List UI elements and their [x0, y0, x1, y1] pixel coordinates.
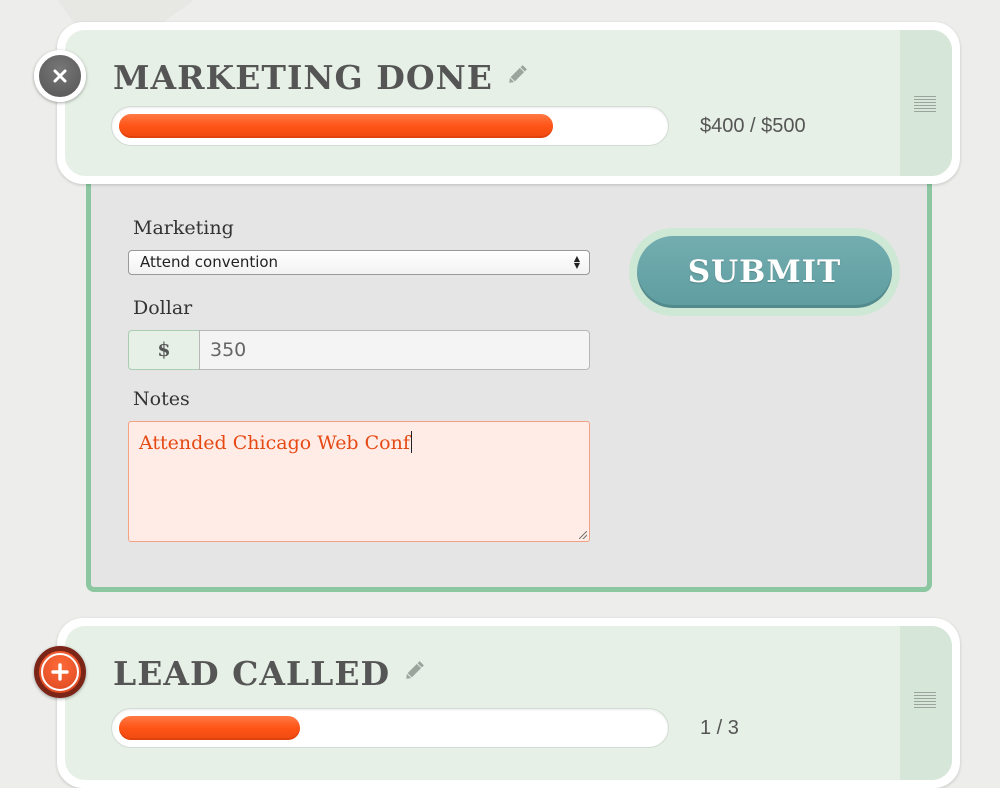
goal-title-row: LEAD CALLED	[113, 654, 426, 694]
drag-handle[interactable]	[900, 626, 952, 780]
goal-card-body: LEAD CALLED 1 / 3	[65, 626, 952, 780]
drag-handle-icon	[914, 96, 936, 112]
goal-title: LEAD CALLED	[113, 654, 391, 693]
resize-grip-icon[interactable]	[579, 531, 587, 539]
submit-button-wrap: SUBMIT	[629, 228, 900, 316]
category-select[interactable]: Attend convention ▲ ▼	[128, 250, 590, 275]
text-caret	[410, 431, 412, 453]
button-ring	[41, 653, 79, 691]
progress-fill	[119, 114, 553, 138]
category-select-value: Attend convention	[140, 253, 279, 271]
dollar-input[interactable]: 350	[199, 330, 590, 370]
select-arrows-icon: ▲ ▼	[573, 254, 580, 270]
goal-card-lead: LEAD CALLED 1 / 3	[57, 618, 960, 788]
goal-entry-form: Marketing Attend convention ▲ ▼ Dollar $ …	[86, 182, 932, 592]
progress-bar	[111, 708, 669, 748]
pencil-icon[interactable]	[505, 56, 529, 96]
pencil-icon[interactable]	[402, 652, 426, 692]
collapse-button[interactable]	[34, 50, 86, 102]
dollar-prefix: $	[128, 330, 199, 370]
progress-bar	[111, 106, 669, 146]
goal-title-row: MARKETING DONE	[113, 58, 529, 98]
expand-button[interactable]	[34, 646, 86, 698]
progress-fill	[119, 716, 300, 740]
progress-text: 1 / 3	[700, 717, 739, 739]
close-icon	[53, 69, 67, 83]
notes-textarea[interactable]: Attended Chicago Web Conf	[128, 421, 590, 542]
goal-card-body: MARKETING DONE $400 / $500	[65, 30, 952, 176]
dollar-label: Dollar	[133, 297, 193, 319]
goal-title: MARKETING DONE	[113, 58, 493, 97]
notes-label: Notes	[133, 388, 190, 410]
progress-text: $400 / $500	[700, 115, 806, 137]
drag-handle[interactable]	[900, 30, 952, 176]
notes-text: Attended Chicago Web Conf	[139, 432, 410, 454]
category-label: Marketing	[133, 217, 234, 239]
goal-card-marketing: MARKETING DONE $400 / $500	[57, 22, 960, 184]
drag-handle-icon	[914, 692, 936, 708]
submit-button[interactable]: SUBMIT	[637, 236, 892, 308]
